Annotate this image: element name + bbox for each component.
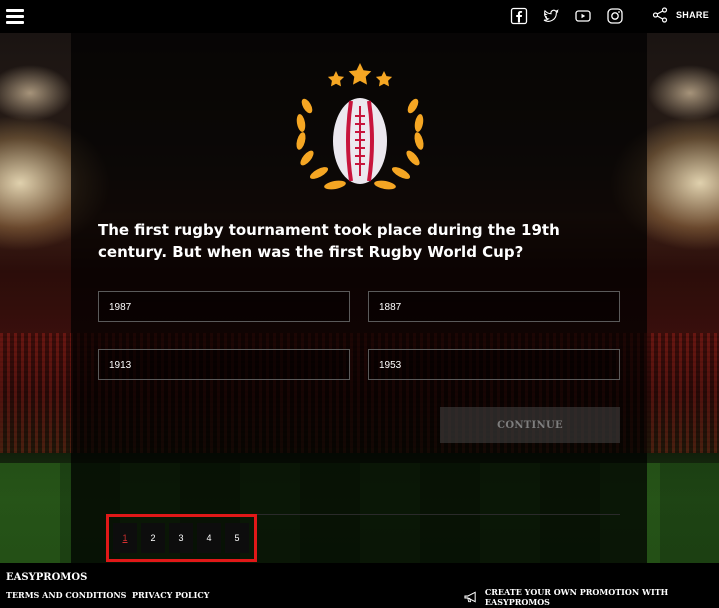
twitter-icon[interactable] (542, 7, 560, 25)
terms-link[interactable]: TERMS AND CONDITIONS (6, 590, 126, 600)
continue-button[interactable]: CONTINUE (440, 407, 620, 443)
create-promotion-label: CREATE YOUR OWN PROMOTION WITH EASYPROMO… (484, 587, 669, 607)
page-5-button[interactable]: 5 (225, 523, 249, 553)
rugby-trophy-logo (296, 63, 424, 190)
top-bar: SHARE (0, 0, 719, 33)
page-2-button[interactable]: 2 (141, 523, 165, 553)
privacy-link[interactable]: PRIVACY POLICY (132, 590, 210, 600)
quiz-panel: The first rugby tournament took place du… (71, 33, 647, 563)
page-1-button[interactable]: 1 (113, 523, 137, 553)
footer: EASYPROMOS TERMS AND CONDITIONS PRIVACY … (0, 563, 719, 608)
page-4-button[interactable]: 4 (197, 523, 221, 553)
answer-option-2[interactable]: 1887 (368, 291, 620, 322)
instagram-icon[interactable] (606, 7, 624, 25)
share-icon (652, 7, 668, 23)
megaphone-icon (464, 591, 476, 603)
page-3-button[interactable]: 3 (169, 523, 193, 553)
facebook-icon[interactable] (510, 7, 528, 25)
pagination: 1 2 3 4 5 (106, 514, 257, 562)
answer-option-3[interactable]: 1913 (98, 349, 350, 380)
youtube-icon[interactable] (574, 7, 592, 25)
create-promotion-link[interactable]: CREATE YOUR OWN PROMOTION WITH EASYPROMO… (464, 587, 719, 607)
footer-brand: EASYPROMOS (6, 572, 88, 583)
answer-option-1[interactable]: 1987 (98, 291, 350, 322)
share-label: SHARE (676, 10, 710, 20)
menu-icon[interactable] (6, 9, 24, 24)
share-button[interactable]: SHARE (652, 7, 709, 23)
answer-option-4[interactable]: 1953 (368, 349, 620, 380)
quiz-question: The first rugby tournament took place du… (98, 221, 560, 261)
